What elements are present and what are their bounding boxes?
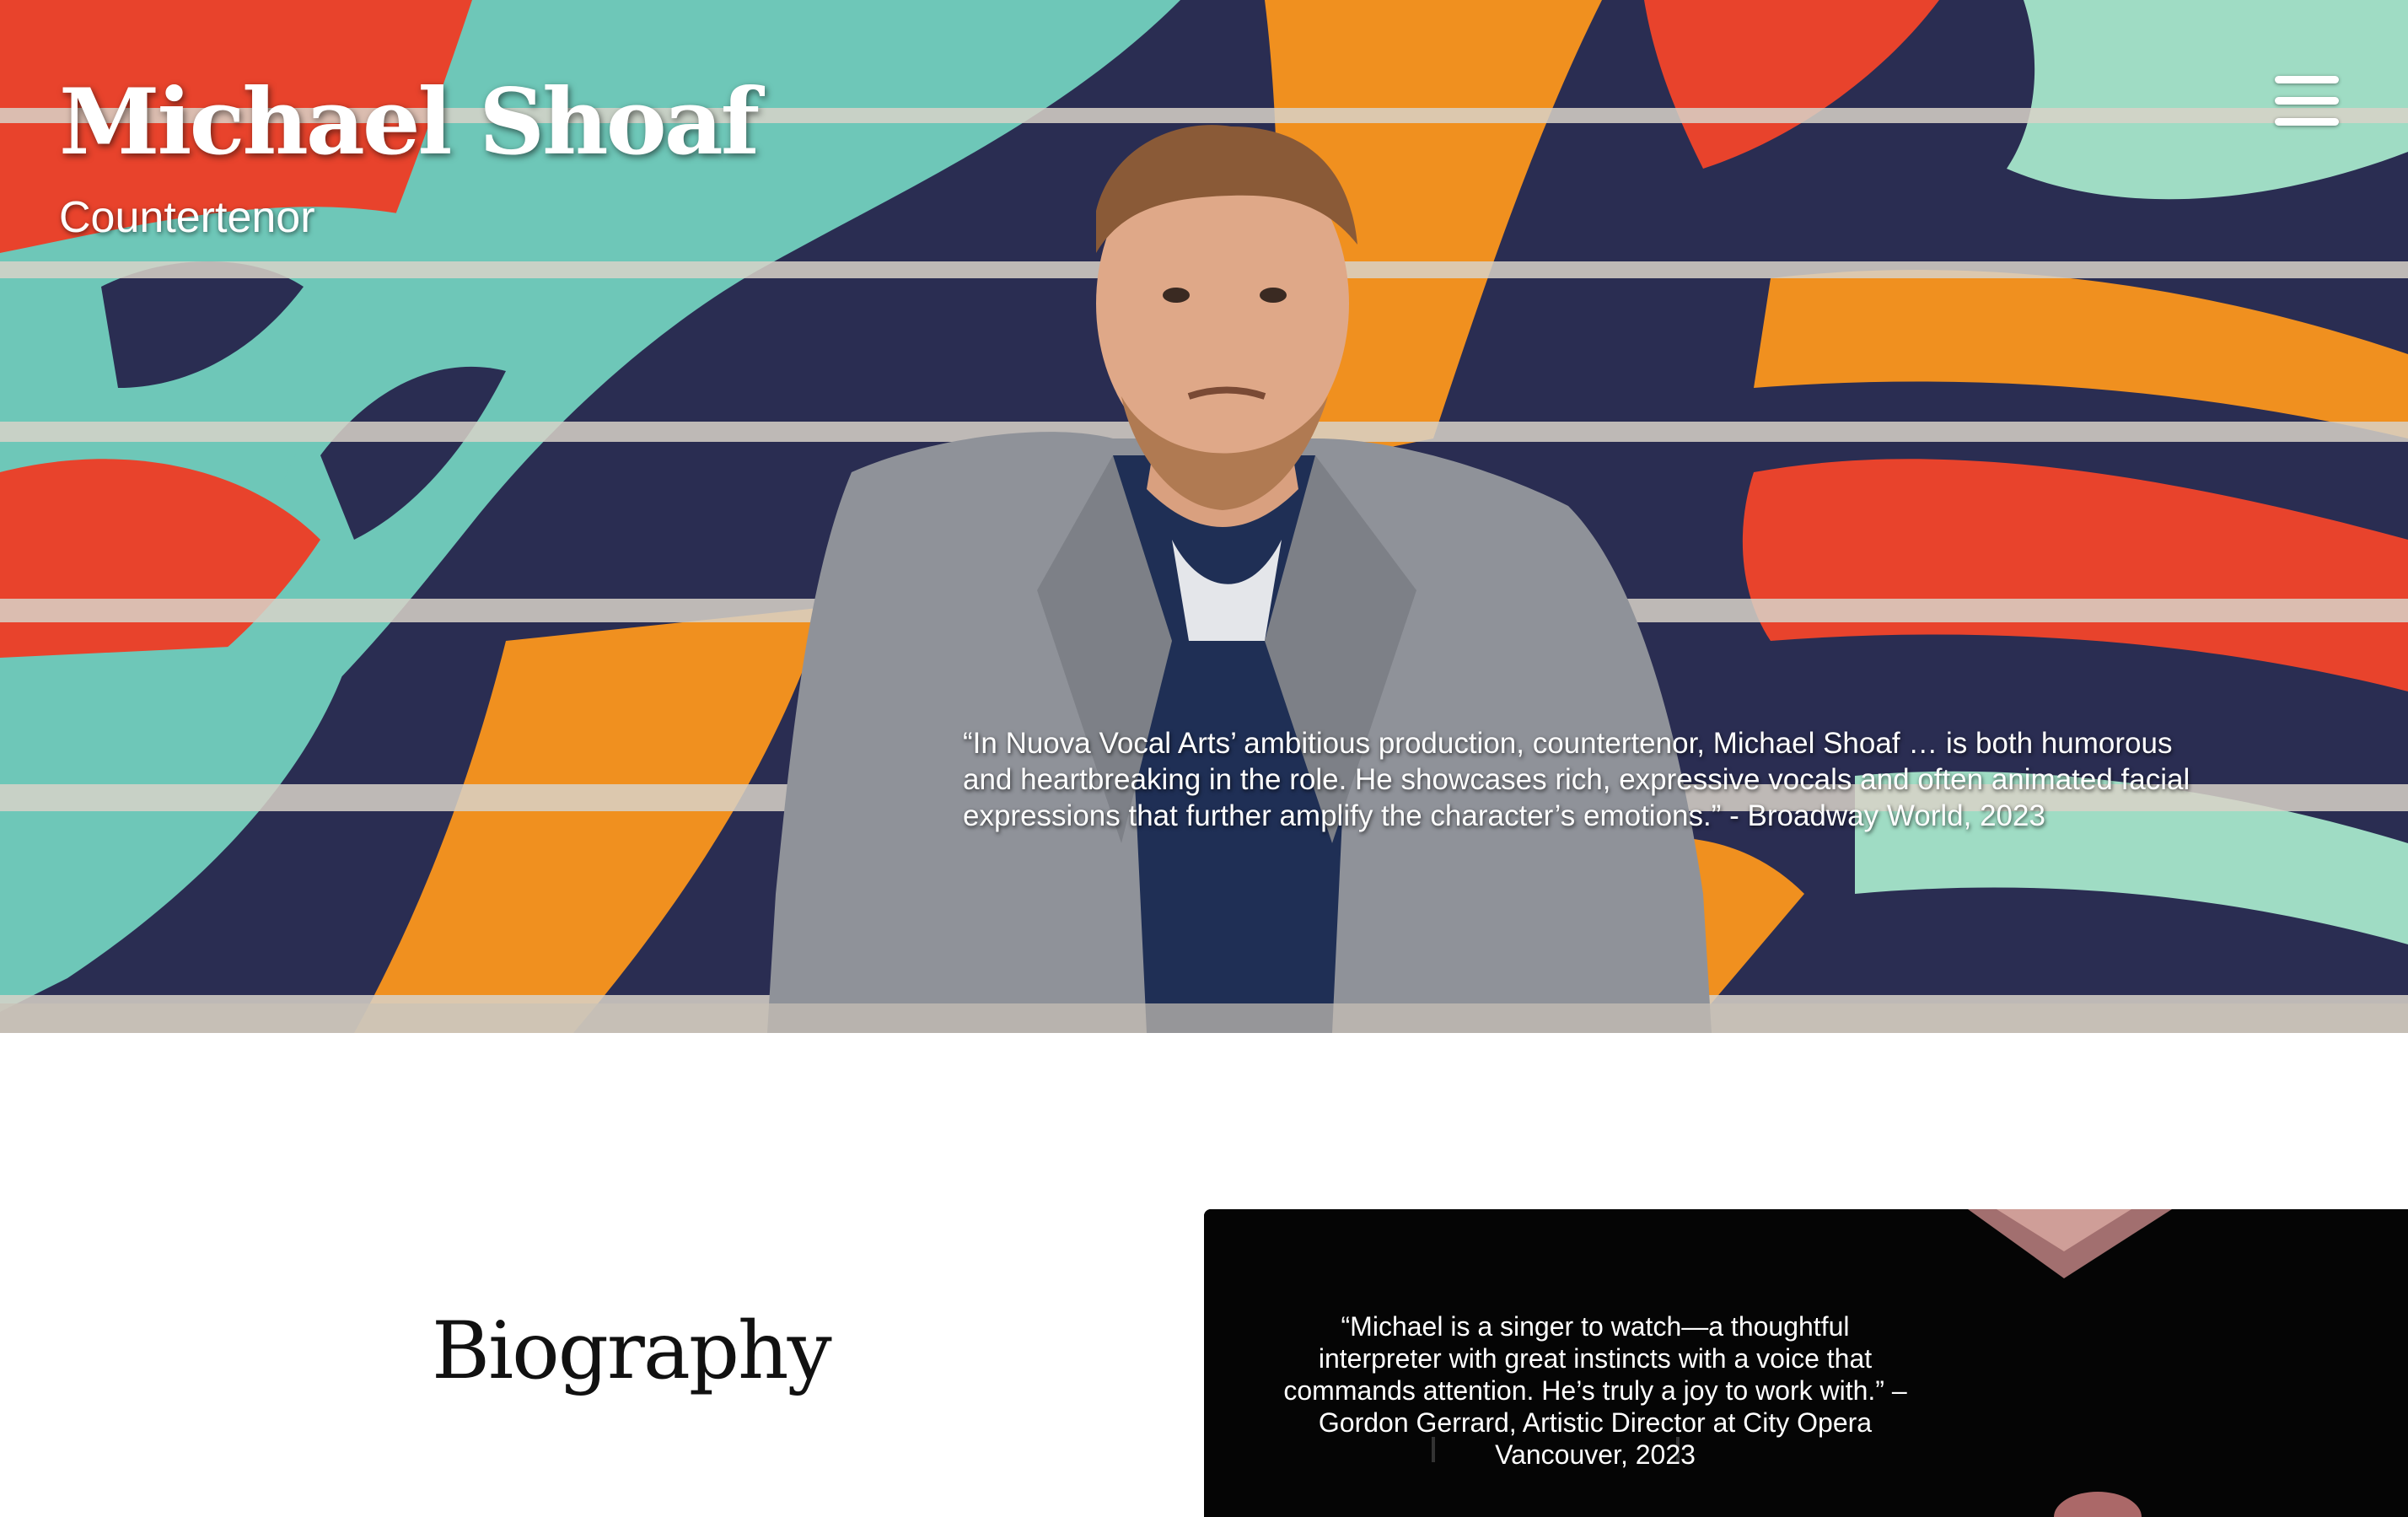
site-tagline: Countertenor (59, 193, 315, 242)
testimonial-card: “Michael is a singer to watch—a thoughtf… (1204, 1209, 2408, 1517)
biography-heading: Biography (432, 1305, 832, 1397)
testimonial-quote: “Michael is a singer to watch—a thoughtf… (1283, 1311, 1907, 1470)
hero-section: Michael Shoaf Countertenor “In Nuova Voc… (0, 0, 2408, 1033)
menu-bar-middle (2275, 97, 2339, 105)
menu-bar-top (2275, 76, 2339, 83)
menu-bar-bottom (2275, 118, 2339, 126)
hamburger-menu-icon[interactable] (2271, 71, 2342, 133)
site-title[interactable]: Michael Shoaf (59, 69, 760, 175)
hero-review-quote: “In Nuova Vocal Arts’ ambitious producti… (963, 727, 2190, 832)
